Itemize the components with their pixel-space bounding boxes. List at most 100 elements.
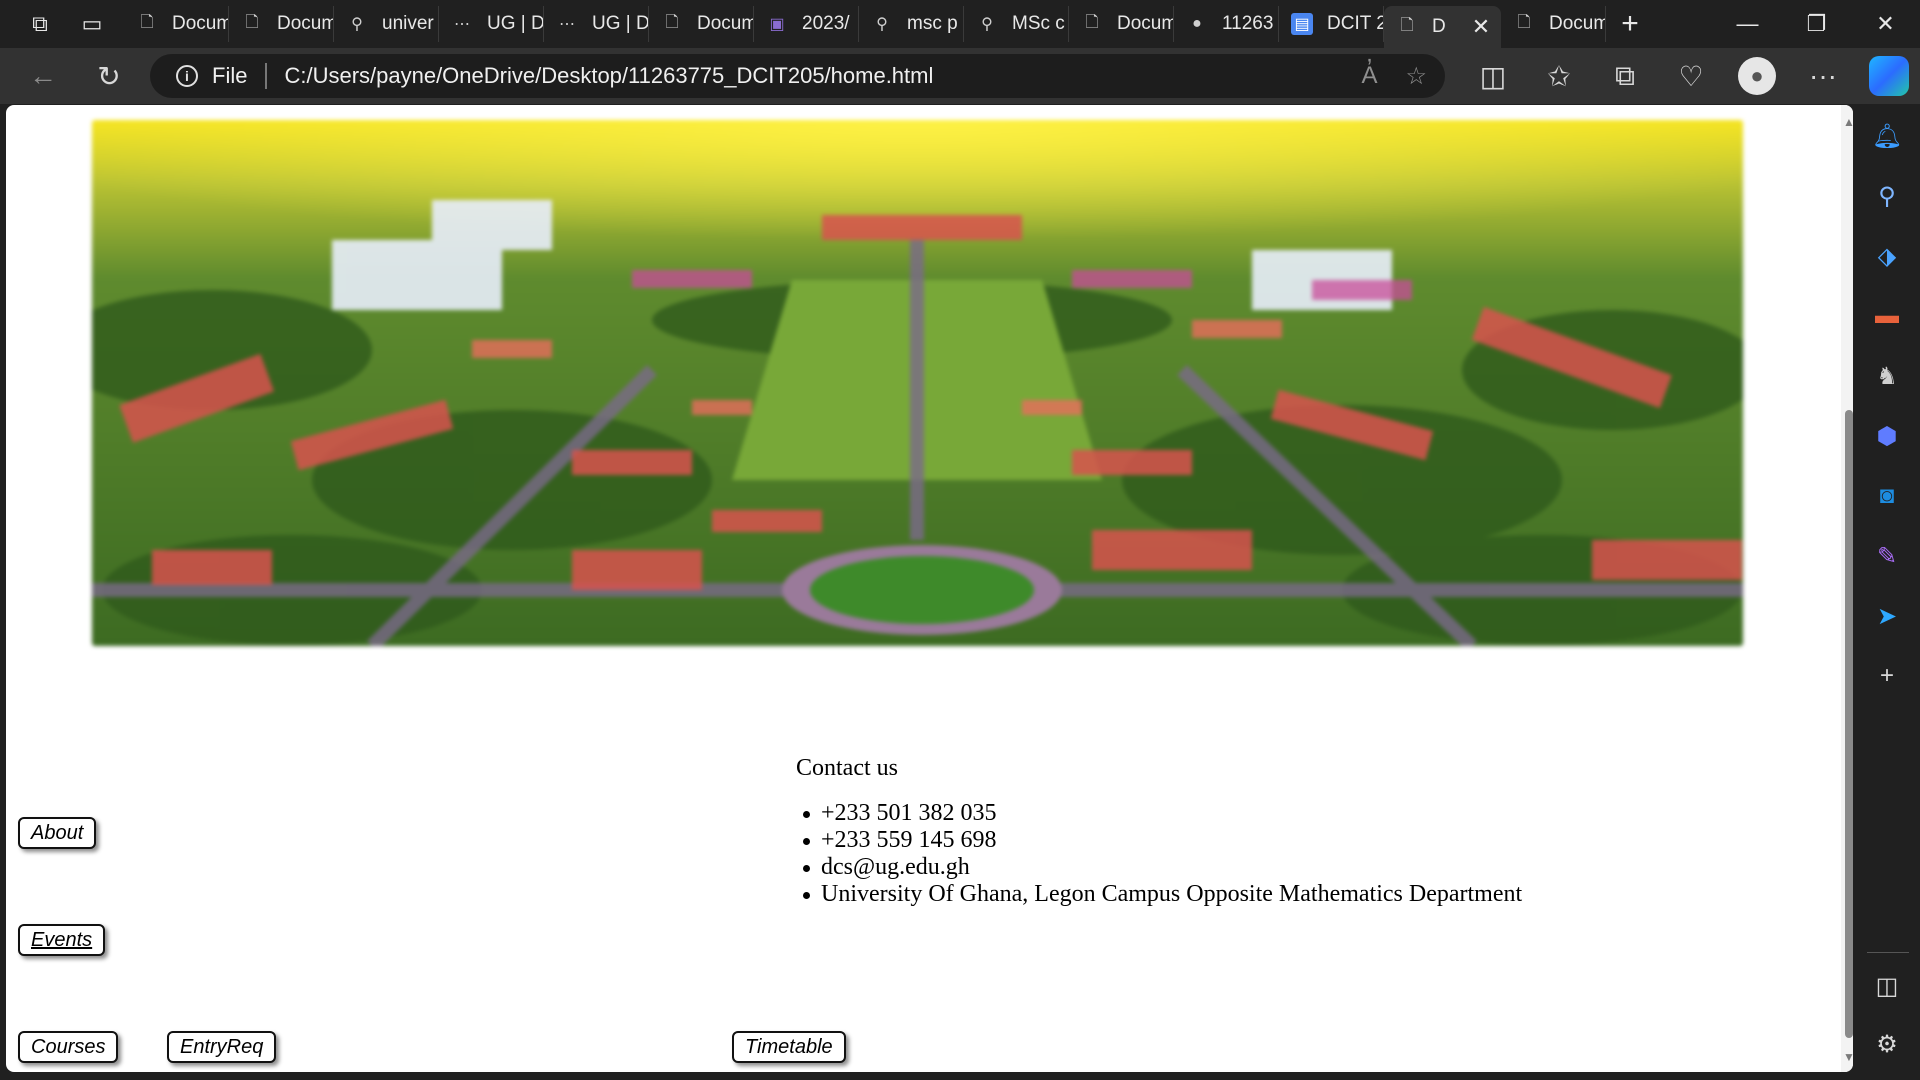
crest-icon: ▣: [769, 16, 785, 33]
tab[interactable]: ● 11263: [1174, 6, 1279, 42]
briefcase-icon[interactable]: ▬: [1869, 298, 1905, 334]
contact-heading: Contact us: [796, 755, 898, 781]
address-scheme: File: [212, 63, 248, 88]
copilot-icon: [1869, 56, 1909, 96]
tab-title: Docum: [1117, 13, 1173, 34]
back-icon[interactable]: ←: [10, 48, 76, 104]
tab[interactable]: ▤ DCIT 2: [1279, 6, 1384, 42]
page-icon: 🗋: [1085, 13, 1099, 31]
toolbar-right: ◫ ✩ ⧉ ♡ ● ···: [1460, 48, 1920, 104]
page-icon: 🗋: [1517, 13, 1531, 31]
tab[interactable]: 🗋 Docum: [1501, 6, 1606, 42]
tab[interactable]: ▣ 2023/: [754, 6, 859, 42]
contact-email: dcs@ug.edu.gh: [803, 854, 1691, 881]
browser-toolbar: ← ↻ i File C:/Users/payne/OneDrive/Deskt…: [0, 48, 1920, 104]
address-bar[interactable]: i File C:/Users/payne/OneDrive/Desktop/1…: [150, 54, 1445, 98]
tab[interactable]: 🗋 Docum: [649, 6, 754, 42]
timetable-button[interactable]: Timetable: [732, 1031, 846, 1063]
tab-active[interactable]: 🗋 D ✕: [1384, 6, 1501, 48]
tab-title: 11263: [1222, 13, 1274, 34]
tab[interactable]: ⚲ MSc c: [964, 6, 1069, 42]
tab[interactable]: ⚲ msc p: [859, 6, 964, 42]
events-button[interactable]: Events: [18, 924, 106, 956]
avatar: ●: [1738, 57, 1776, 95]
bell-icon[interactable]: 🔔︎: [1869, 118, 1905, 154]
edge-sidebar: 🔔︎ ⚲ ⬗ ▬ ♞ ⬢ ◙ ✎ ➤ + ◫ ⚙: [1855, 104, 1920, 1080]
minimize-icon[interactable]: —: [1713, 0, 1782, 48]
courses-button[interactable]: Courses: [18, 1031, 119, 1063]
tab-title: Docum: [697, 13, 753, 34]
address-url[interactable]: C:/Users/payne/OneDrive/Desktop/11263775…: [284, 63, 933, 89]
close-tab-icon[interactable]: ✕: [1467, 14, 1495, 40]
tab[interactable]: 🗋 Docum: [229, 6, 334, 42]
outlook-icon[interactable]: ◙: [1869, 478, 1905, 514]
about-button[interactable]: About: [18, 817, 97, 849]
copilot-button[interactable]: [1856, 48, 1920, 104]
split-screen-icon[interactable]: ◫: [1460, 48, 1526, 104]
tag-icon[interactable]: ⬗: [1869, 238, 1905, 274]
contact-phone-2: +233 559 145 698: [803, 827, 1691, 854]
collections-icon[interactable]: ⧉: [1592, 48, 1658, 104]
search-icon: ⚲: [876, 16, 888, 33]
sidebar-panel-icon[interactable]: ◫: [1869, 968, 1905, 1004]
tab[interactable]: 🗋 Docum: [1069, 6, 1174, 42]
page-icon: 🗋: [140, 13, 154, 31]
page-icon: 🗋: [245, 13, 259, 31]
browser-essentials-icon[interactable]: ♡: [1658, 48, 1724, 104]
tab-title: 2023/: [802, 13, 850, 34]
tab-title: Docum: [172, 13, 228, 34]
scroll-down-icon[interactable]: ▼: [1843, 1050, 1853, 1065]
tab-title: UG | D: [592, 13, 648, 34]
close-window-icon[interactable]: ✕: [1851, 0, 1920, 48]
settings-more-icon[interactable]: ···: [1790, 48, 1856, 104]
sidebar-settings-icon[interactable]: ⚙: [1869, 1026, 1905, 1062]
chess-icon[interactable]: ♞: [1869, 358, 1905, 394]
favorites-icon[interactable]: ✩: [1526, 48, 1592, 104]
vertical-tabs-icon[interactable]: ▭: [68, 0, 116, 48]
address-actions: A̓ ☆: [1361, 54, 1427, 98]
scrollbar-thumb[interactable]: [1845, 410, 1853, 1038]
docs-icon: ▤: [1291, 13, 1313, 35]
profile-button[interactable]: ●: [1724, 48, 1790, 104]
site-info-icon[interactable]: i: [176, 65, 198, 87]
hero-illustration: [92, 120, 1743, 646]
tab[interactable]: ⚲ univer: [334, 6, 439, 42]
tab-strip: ⧉ ▭ 🗋 Docum 🗋 Docum ⚲ univer ⋯ UG | D ⋯ UG | D 🗋 Do…: [0, 0, 1920, 48]
campus-hero-image: [92, 120, 1743, 646]
tab-title: Docum: [1549, 13, 1605, 34]
search-icon: ⚲: [981, 16, 993, 33]
tab-title: DCIT 2: [1327, 13, 1383, 34]
workspaces-icon[interactable]: ⧉: [16, 0, 64, 48]
scroll-up-icon[interactable]: ▲: [1843, 115, 1853, 130]
search-icon: ⚲: [351, 16, 363, 33]
restore-icon[interactable]: ❐: [1782, 0, 1851, 48]
page-icon: 🗋: [1400, 16, 1414, 34]
page-icon: 🗋: [665, 13, 679, 31]
contact-section: Contact us +233 501 382 035 +233 559 145…: [791, 755, 1691, 908]
send-icon[interactable]: ➤: [1869, 598, 1905, 634]
search-icon[interactable]: ⚲: [1869, 178, 1905, 214]
address-separator: [265, 63, 268, 89]
github-icon: ●: [1192, 15, 1202, 32]
contact-phone-1: +233 501 382 035: [803, 800, 1691, 827]
tab[interactable]: ⋯ UG | D: [439, 6, 544, 42]
add-icon[interactable]: +: [1869, 658, 1905, 694]
contact-list: +233 501 382 035 +233 559 145 698 dcs@ug…: [791, 800, 1691, 908]
designer-icon[interactable]: ✎: [1869, 538, 1905, 574]
tab-list: 🗋 Docum 🗋 Docum ⚲ univer ⋯ UG | D ⋯ UG | D 🗋 Docum ▣…: [124, 0, 1606, 48]
tab[interactable]: 🗋 Docum: [124, 6, 229, 42]
tab[interactable]: ⋯ UG | D: [544, 6, 649, 42]
tab-title: UG | D: [487, 13, 543, 34]
sidebar-divider: [1867, 952, 1909, 953]
page-viewport: Contact us +233 501 382 035 +233 559 145…: [6, 105, 1853, 1072]
tab-title: D: [1432, 16, 1446, 37]
read-aloud-icon[interactable]: A̓: [1361, 62, 1377, 90]
m365-icon[interactable]: ⬢: [1869, 418, 1905, 454]
new-tab-button[interactable]: +: [1606, 0, 1654, 48]
refresh-icon[interactable]: ↻: [76, 48, 142, 104]
window-controls: — ❐ ✕: [1713, 0, 1920, 48]
site-icon: ⋯: [454, 16, 470, 33]
favorite-star-icon[interactable]: ☆: [1405, 62, 1427, 91]
tab-title: MSc c: [1012, 13, 1065, 34]
entryreq-button[interactable]: EntryReq: [167, 1031, 277, 1063]
